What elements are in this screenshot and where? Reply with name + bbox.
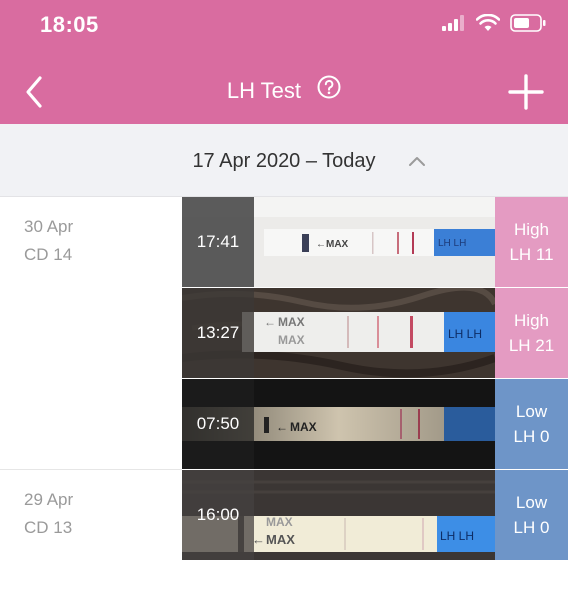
date-range-selector[interactable]: 17 Apr 2020 – Today bbox=[0, 124, 568, 197]
test-time: 13:27 bbox=[182, 288, 254, 378]
plus-icon bbox=[508, 74, 544, 110]
chevron-up-icon[interactable] bbox=[406, 150, 428, 172]
svg-text:LH LH: LH LH bbox=[440, 529, 474, 543]
signal-icon bbox=[442, 15, 464, 31]
day-group-label: 29 Apr CD 13 bbox=[24, 486, 73, 542]
help-circle-icon bbox=[317, 75, 341, 99]
test-time: 17:41 bbox=[182, 197, 254, 287]
test-row[interactable]: ← MAX 07:50 Low LH 0 bbox=[182, 379, 568, 469]
lh-level: Low bbox=[515, 493, 548, 512]
svg-text:←: ← bbox=[264, 315, 276, 329]
day-divider bbox=[0, 469, 182, 470]
day-date: 30 Apr bbox=[24, 217, 74, 236]
lh-value: LH 0 bbox=[513, 518, 550, 537]
test-time: 07:50 bbox=[182, 379, 254, 469]
page-title-text: LH Test bbox=[226, 78, 302, 103]
test-time: 16:00 bbox=[182, 470, 254, 560]
add-test-button[interactable] bbox=[504, 70, 548, 114]
page-title: LH Test bbox=[0, 75, 568, 105]
lh-value: LH 11 bbox=[509, 245, 554, 264]
svg-text:←: ← bbox=[316, 239, 326, 250]
day-date: 29 Apr bbox=[24, 490, 74, 509]
svg-text:MAX: MAX bbox=[326, 239, 349, 250]
test-row[interactable]: MAX ← MAX LH LH 16:00 Low LH 0 bbox=[182, 470, 568, 560]
lh-result: High LH 21 bbox=[495, 288, 568, 378]
svg-text:LH LH: LH LH bbox=[448, 327, 482, 341]
lh-result: High LH 11 bbox=[495, 197, 568, 287]
battery-icon bbox=[510, 14, 546, 32]
svg-text:MAX: MAX bbox=[278, 315, 305, 329]
test-row[interactable]: ← MAX LH LH 17:41 High LH 11 bbox=[182, 197, 568, 287]
status-icons bbox=[442, 14, 546, 32]
day-group-label: 30 Apr CD 14 bbox=[24, 213, 73, 269]
svg-text:LH LH: LH LH bbox=[438, 238, 466, 249]
date-range-label: 17 Apr 2020 – Today bbox=[192, 150, 376, 172]
test-row[interactable]: ← MAX MAX LH LH 13:27 High LH 21 bbox=[182, 288, 568, 378]
cycle-day: CD 14 bbox=[24, 245, 73, 264]
lh-value: LH 0 bbox=[513, 427, 550, 446]
lh-result: Low LH 0 bbox=[495, 379, 568, 469]
wifi-icon bbox=[476, 14, 500, 31]
svg-text:MAX: MAX bbox=[266, 532, 295, 547]
status-time: 18:05 bbox=[40, 12, 99, 37]
lh-level: High bbox=[514, 220, 549, 239]
svg-text:MAX: MAX bbox=[290, 420, 317, 434]
app-header: 18:05 LH Test bbox=[0, 0, 568, 124]
svg-text:MAX: MAX bbox=[278, 333, 305, 347]
lh-level: High bbox=[514, 311, 549, 330]
cycle-day: CD 13 bbox=[24, 518, 73, 537]
svg-text:←: ← bbox=[276, 420, 288, 434]
lh-value: LH 21 bbox=[508, 336, 555, 355]
lh-level: Low bbox=[515, 402, 548, 421]
svg-text:MAX: MAX bbox=[266, 515, 293, 529]
help-button[interactable] bbox=[317, 75, 341, 105]
lh-result: Low LH 0 bbox=[495, 470, 568, 560]
